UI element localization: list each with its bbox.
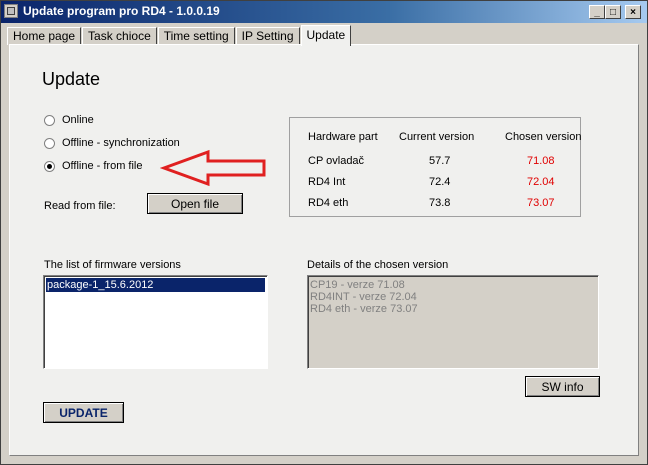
firmware-listbox[interactable]: package-1_15.6.2012 <box>43 275 268 369</box>
details-line: RD4 eth - verze 73.07 <box>310 303 418 315</box>
row-chosen: 72.04 <box>527 176 555 188</box>
tab-update[interactable]: Update <box>300 25 352 46</box>
versions-table: Hardware part Current version Chosen ver… <box>289 117 581 217</box>
title-bar[interactable]: Update program pro RD4 - 1.0.0.19 _ □ × <box>1 1 647 23</box>
details-textbox[interactable]: CP19 - verze 71.08 RD4INT - verze 72.04 … <box>307 275 599 369</box>
row-current: 73.8 <box>429 197 451 209</box>
header-current-version: Current version <box>399 131 475 143</box>
radio-offline-file-indicator[interactable] <box>44 160 55 172</box>
update-panel: Update Online Offline - synchronization … <box>9 44 639 456</box>
radio-offline-sync-indicator[interactable] <box>44 137 55 149</box>
radio-online[interactable]: Online <box>44 114 94 126</box>
read-from-file-label: Read from file: <box>44 200 116 212</box>
firmware-list-label: The list of firmware versions <box>44 259 181 271</box>
open-file-button[interactable]: Open file <box>147 193 243 214</box>
details-label: Details of the chosen version <box>307 259 449 271</box>
row-part: CP ovladač <box>308 155 365 167</box>
radio-online-label: Online <box>62 114 94 126</box>
header-chosen-version: Chosen version <box>505 131 582 143</box>
header-hardware-part: Hardware part <box>308 131 378 143</box>
minimize-button[interactable]: _ <box>589 5 605 19</box>
details-line: RD4INT - verze 72.04 <box>310 291 417 303</box>
radio-offline-sync-label: Offline - synchronization <box>62 137 180 149</box>
radio-offline-file-label: Offline - from file <box>62 160 143 172</box>
tab-ip-setting[interactable]: IP Setting <box>235 27 300 45</box>
window-title: Update program pro RD4 - 1.0.0.19 <box>23 4 220 18</box>
row-chosen: 73.07 <box>527 197 555 209</box>
maximize-button[interactable]: □ <box>605 5 621 19</box>
app-window: Update program pro RD4 - 1.0.0.19 _ □ × … <box>0 0 648 465</box>
tab-strip: Home page Task chioce Time setting IP Se… <box>7 25 352 46</box>
list-item[interactable]: package-1_15.6.2012 <box>46 278 265 292</box>
row-part: RD4 Int <box>308 176 346 188</box>
tab-task-choice[interactable]: Task chioce <box>82 27 157 45</box>
page-title: Update <box>42 69 101 89</box>
sw-info-button[interactable]: SW info <box>525 376 600 397</box>
radio-offline-sync[interactable]: Offline - synchronization <box>44 137 180 149</box>
update-button[interactable]: UPDATE <box>43 402 124 423</box>
radio-offline-file[interactable]: Offline - from file <box>44 160 143 172</box>
close-button[interactable]: × <box>625 5 641 19</box>
row-chosen: 71.08 <box>527 155 555 167</box>
arrow-left-icon <box>160 149 266 187</box>
radio-online-indicator[interactable] <box>44 114 55 126</box>
tab-home-page[interactable]: Home page <box>7 27 82 45</box>
row-current: 57.7 <box>429 155 451 167</box>
row-current: 72.4 <box>429 176 451 188</box>
row-part: RD4 eth <box>308 197 349 209</box>
app-icon[interactable] <box>4 4 18 18</box>
details-line: CP19 - verze 71.08 <box>310 279 405 291</box>
tab-time-setting[interactable]: Time setting <box>157 27 235 45</box>
